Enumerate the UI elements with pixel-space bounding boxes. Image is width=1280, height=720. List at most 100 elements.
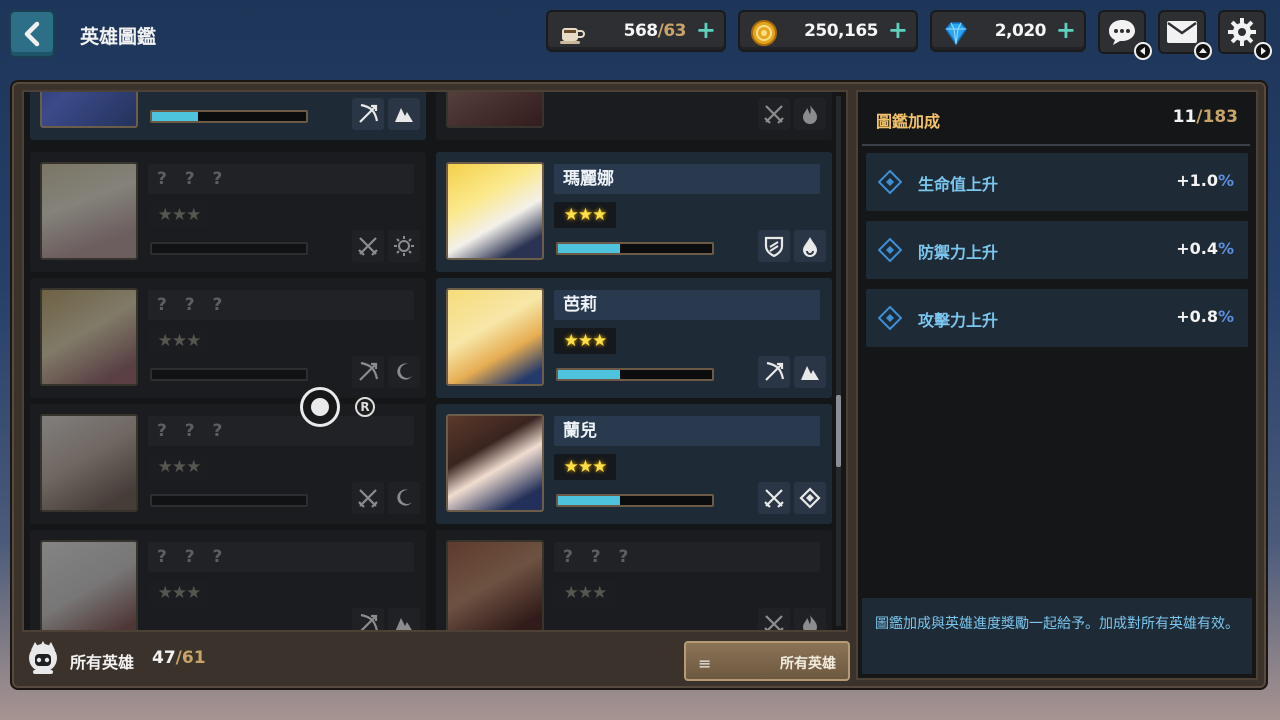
hero-portrait <box>40 288 138 386</box>
mountain-icon <box>395 108 413 122</box>
bow-icon <box>765 361 785 381</box>
hero-portrait <box>40 162 138 260</box>
element-tag <box>794 98 826 130</box>
stat-def-row: 防禦力上升 +0.4% <box>866 221 1248 279</box>
mail-button[interactable] <box>1158 10 1212 60</box>
diamond-bullet-icon <box>878 238 902 262</box>
coffee-cup-icon <box>560 28 585 44</box>
hero-portrait <box>446 162 544 260</box>
element-tag <box>388 230 420 262</box>
hero-stars: ★★★ <box>554 454 616 480</box>
hero-stars: ★★★ <box>148 328 210 354</box>
crossed-swords-icon <box>764 489 784 508</box>
hero-stars: ★★★ <box>148 202 210 228</box>
hero-card[interactable]: ? ? ? ★★★ <box>30 404 426 524</box>
bow-icon <box>360 613 378 630</box>
crossed-swords-icon <box>358 489 378 508</box>
list-scroll-thumb[interactable] <box>836 395 841 467</box>
sun-icon <box>394 236 414 256</box>
hero-portrait <box>446 288 544 386</box>
hero-stars: ★★★ <box>554 580 616 606</box>
hero-progress-fill <box>152 112 199 121</box>
hero-name: ? ? ? <box>148 290 414 320</box>
menu-lines-icon: ≡ <box>698 654 712 673</box>
element-tag <box>388 356 420 388</box>
right-arrow-badge-icon <box>1254 42 1272 60</box>
flame-icon <box>803 105 817 124</box>
add-gold-icon[interactable]: + <box>888 18 908 42</box>
bow-icon <box>359 103 379 123</box>
element-tag <box>388 608 420 630</box>
hero-name: 蘭兒 <box>554 416 820 446</box>
settings-button[interactable] <box>1218 10 1272 60</box>
add-gem-icon[interactable]: + <box>1056 18 1076 42</box>
class-tag <box>758 608 790 630</box>
bow-icon <box>359 361 379 381</box>
envelope-icon <box>1167 21 1197 43</box>
hero-card[interactable]: ? ? ? ★★★ <box>30 152 426 272</box>
stamina-display[interactable]: 568/63 + <box>546 10 726 52</box>
diamond-icon <box>799 487 821 509</box>
hero-portrait <box>446 92 544 128</box>
hero-progress-fill <box>558 496 620 505</box>
shield-icon <box>764 236 784 257</box>
hero-progress-bar <box>150 242 308 255</box>
bonus-title: 圖鑑加成 <box>876 112 941 131</box>
stat-atk-row: 攻擊力上升 +0.8% <box>866 289 1248 347</box>
class-tag <box>758 230 790 262</box>
hero-card[interactable]: ? ? ? ★★★ <box>30 530 426 630</box>
hero-name: ? ? ? <box>148 416 414 446</box>
hero-card[interactable]: 芭莉 ★★★ <box>436 278 832 398</box>
class-tag <box>758 482 790 514</box>
gem-value: 2,020 <box>994 21 1047 41</box>
element-tag <box>388 98 420 130</box>
class-tag <box>352 98 384 130</box>
gear-icon <box>1228 18 1256 46</box>
back-button[interactable] <box>9 10 55 58</box>
crossed-swords-icon <box>358 237 378 256</box>
add-stamina-icon[interactable]: + <box>696 18 716 42</box>
hero-stars: ★★★ <box>554 202 616 228</box>
hero-card[interactable]: ? ? ? ★★★ <box>30 278 426 398</box>
stat-hp-row: 生命值上升 +1.0% <box>866 153 1248 211</box>
hero-portrait <box>446 540 544 630</box>
class-tag <box>352 230 384 262</box>
chat-bubble-icon <box>1109 20 1135 45</box>
up-arrow-badge-icon <box>1194 42 1212 60</box>
element-tag <box>794 482 826 514</box>
hero-portrait <box>40 92 138 128</box>
hero-card[interactable]: ? ? ? ★★★ <box>436 530 832 630</box>
hero-name: ? ? ? <box>148 542 414 572</box>
mountain-icon <box>395 618 412 630</box>
element-tag <box>794 356 826 388</box>
gold-coin-icon <box>751 20 777 46</box>
hero-list[interactable]: ? ? ? ★★★ ? ? ? ★★★ ? ? ? ★★★ ? ? ? ★★★ … <box>22 90 848 632</box>
filter-button[interactable]: ≡ 所有英雄 <box>684 641 850 681</box>
class-tag <box>352 356 384 388</box>
collection-count: 47/61 <box>152 648 206 668</box>
chat-button[interactable] <box>1098 10 1152 60</box>
controller-cursor <box>300 387 340 427</box>
element-tag <box>388 482 420 514</box>
chevron-left-icon <box>24 21 40 47</box>
hero-card[interactable]: 蘭兒 ★★★ <box>436 404 832 524</box>
crossed-swords-icon <box>764 615 784 630</box>
hero-portrait <box>40 540 138 630</box>
class-tag <box>758 98 790 130</box>
list-scrollbar[interactable] <box>836 96 841 626</box>
hero-stars: ★★★ <box>148 454 210 480</box>
left-arrow-badge-icon <box>1134 42 1152 60</box>
diamond-bullet-icon <box>878 306 902 330</box>
hero-progress-fill <box>558 370 620 379</box>
moon-icon <box>397 489 412 506</box>
hero-card[interactable] <box>436 92 832 140</box>
hero-card[interactable] <box>30 92 426 140</box>
hero-stars: ★★★ <box>554 328 616 354</box>
page-title: 英雄圖鑑 <box>80 26 157 48</box>
gold-display[interactable]: 250,165 + <box>738 10 918 52</box>
gem-display[interactable]: 2,020 + <box>930 10 1086 52</box>
hero-card[interactable]: 瑪麗娜 ★★★ <box>436 152 832 272</box>
stamina-value: 568/63 <box>623 21 687 41</box>
flame-icon <box>803 615 817 630</box>
hero-name: 芭莉 <box>554 290 820 320</box>
